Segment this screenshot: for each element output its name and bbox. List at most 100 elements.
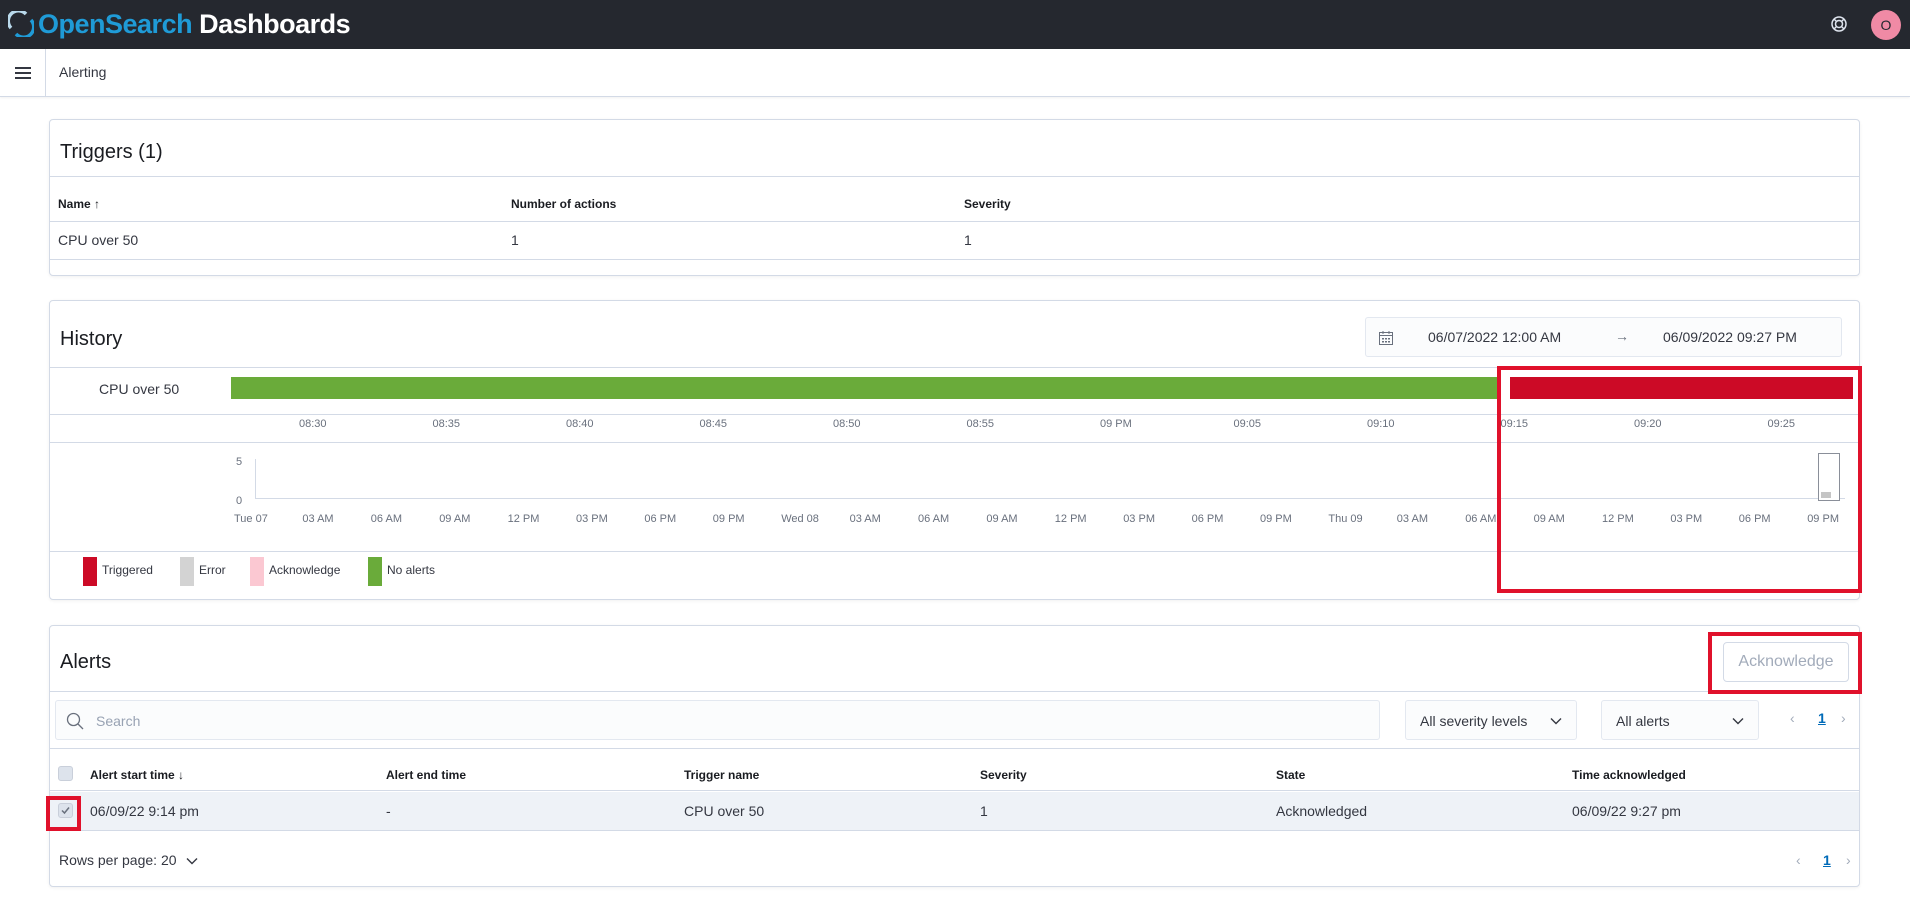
divider (50, 259, 1859, 260)
timeline-tick-label: 08:35 (432, 418, 461, 430)
mini-chart-tick-label: 03 PM (576, 513, 608, 525)
divider (50, 691, 1859, 692)
trigger-severity-cell: 1 (964, 232, 972, 248)
mini-chart-tick-label: 03 PM (1123, 513, 1155, 525)
mini-chart-tick-label: 09 AM (986, 513, 1018, 525)
timeline-tick-label: 09:10 (1367, 418, 1395, 430)
date-range-picker[interactable]: 06/07/2022 12:00 AM → 06/09/2022 09:27 P… (1365, 317, 1842, 357)
column-header-alert-end-time[interactable]: Alert end time (386, 768, 466, 782)
divider (50, 830, 1859, 831)
highlight-box-row-checkbox (46, 796, 81, 831)
divider (50, 748, 1859, 749)
mini-chart-tick-label: 06 AM (370, 513, 402, 525)
triggers-panel: Triggers (1) Name ↑ Number of actions Se… (49, 119, 1860, 276)
severity-select-value: All severity levels (1420, 713, 1528, 729)
mini-chart-y-axis (255, 459, 256, 499)
mini-y-tick: 0 (236, 495, 243, 507)
highlight-box-acknowledge (1708, 632, 1862, 694)
search-placeholder: Search (96, 713, 141, 729)
mini-chart-tick-label: 09 PM (1260, 513, 1292, 525)
arrow-right-icon: → (1615, 328, 1629, 344)
chevron-down-icon (1550, 718, 1562, 725)
timeline-segment-no-alerts[interactable] (231, 377, 1497, 399)
previous-page-icon[interactable]: ‹ (1796, 852, 1801, 868)
top-header: OpenSearch Dashboards O (0, 0, 1910, 49)
state-select-value: All alerts (1616, 713, 1670, 729)
column-header-severity[interactable]: Severity (964, 197, 1011, 211)
divider (50, 790, 1859, 791)
breadcrumb-alerting[interactable]: Alerting (59, 64, 106, 80)
previous-page-icon[interactable]: ‹ (1790, 710, 1795, 726)
timeline-tick-label: 09:05 (1233, 418, 1262, 430)
hamburger-icon (14, 67, 31, 79)
column-header-name[interactable]: Name ↑ (58, 197, 100, 211)
rows-per-page-button[interactable]: Rows per page: 20 (59, 852, 198, 868)
triggers-title: Triggers (1) (60, 141, 163, 163)
mini-chart-tick-label: 03 AM (1396, 513, 1428, 525)
opensearch-logo[interactable]: OpenSearch Dashboards (8, 8, 351, 40)
column-header-time-acknowledged[interactable]: Time acknowledged (1572, 768, 1686, 782)
column-header-alert-start-time[interactable]: Alert start time ↓ (90, 768, 184, 782)
timeline-tick-label: 08:55 (966, 418, 995, 430)
mini-chart-tick-label: 12 PM (1054, 513, 1087, 525)
alert-acknowledged-cell: 06/09/22 9:27 pm (1572, 803, 1681, 819)
legend-swatch-error (180, 557, 194, 586)
mini-chart-tick-label: Thu 09 (1328, 513, 1363, 525)
opensearch-logo-icon (8, 11, 34, 37)
divider (50, 176, 1859, 177)
history-title: History (60, 328, 123, 350)
mini-chart-tick-label: 03 AM (849, 513, 881, 525)
page-number[interactable]: 1 (1818, 710, 1826, 726)
timeline-tick-label: 08:45 (699, 418, 728, 430)
search-icon (66, 712, 84, 730)
help-icon[interactable] (1829, 14, 1849, 34)
severity-select[interactable]: All severity levels (1405, 700, 1577, 740)
column-header-trigger-name[interactable]: Trigger name (684, 768, 759, 782)
legend-label-triggered: Triggered (102, 563, 153, 577)
timeline-tick-label: 08:30 (299, 418, 327, 430)
user-avatar[interactable]: O (1871, 10, 1901, 40)
select-all-checkbox[interactable] (58, 766, 73, 781)
menu-button[interactable] (0, 49, 46, 97)
calendar-icon (1379, 331, 1393, 345)
chevron-down-icon (186, 858, 198, 865)
mini-chart-tick-label: 06 AM (1465, 513, 1497, 525)
page-number-bottom[interactable]: 1 (1823, 852, 1831, 868)
alerts-title: Alerts (60, 651, 112, 673)
alert-start-cell: 06/09/22 9:14 pm (90, 803, 199, 819)
mini-chart-tick-label: Wed 08 (781, 513, 819, 525)
sort-descending-icon: ↓ (178, 768, 185, 782)
divider (50, 221, 1859, 222)
mini-chart-tick-label: 03 AM (302, 513, 334, 525)
sort-ascending-icon: ↑ (94, 197, 101, 211)
timeline-tick-label: 08:50 (833, 418, 861, 430)
mini-chart-tick-label: 09 PM (712, 513, 745, 525)
timeline-tick-label: 09 PM (1100, 418, 1132, 430)
mini-y-tick: 5 (236, 456, 243, 468)
date-start[interactable]: 06/07/2022 12:00 AM (1428, 329, 1561, 345)
column-header-number-of-actions[interactable]: Number of actions (511, 197, 616, 211)
next-page-icon[interactable]: › (1846, 852, 1851, 868)
state-select[interactable]: All alerts (1601, 700, 1759, 740)
alert-state-cell: Acknowledged (1276, 803, 1368, 819)
trigger-name-cell[interactable]: CPU over 50 (58, 232, 138, 248)
column-header-state[interactable]: State (1276, 768, 1305, 782)
highlight-box-timeline (1497, 366, 1862, 593)
next-page-icon[interactable]: › (1841, 710, 1846, 726)
mini-chart-tick-label: 06 PM (1191, 513, 1224, 525)
breadcrumb-bar: Alerting (0, 49, 1910, 97)
trigger-actions-cell: 1 (511, 232, 519, 248)
alert-severity-cell: 1 (980, 803, 988, 819)
date-end[interactable]: 06/09/2022 09:27 PM (1663, 329, 1797, 345)
mini-chart-tick-label: 06 PM (644, 513, 677, 525)
legend-swatch-no-alerts (368, 557, 382, 586)
mini-chart-tick-label: 09 AM (439, 513, 471, 525)
column-header-severity[interactable]: Severity (980, 768, 1027, 782)
alerts-panel: Alerts Acknowledge Search All severity l… (49, 625, 1860, 887)
rows-per-page-label: Rows per page: 20 (59, 852, 177, 868)
legend-label-error: Error (199, 563, 226, 577)
alert-end-cell: - (386, 803, 391, 819)
search-field[interactable]: Search (55, 700, 1380, 740)
mini-chart-tick-label: Tue 07 (234, 513, 268, 525)
legend-label-acknowledge: Acknowledge (269, 563, 341, 577)
